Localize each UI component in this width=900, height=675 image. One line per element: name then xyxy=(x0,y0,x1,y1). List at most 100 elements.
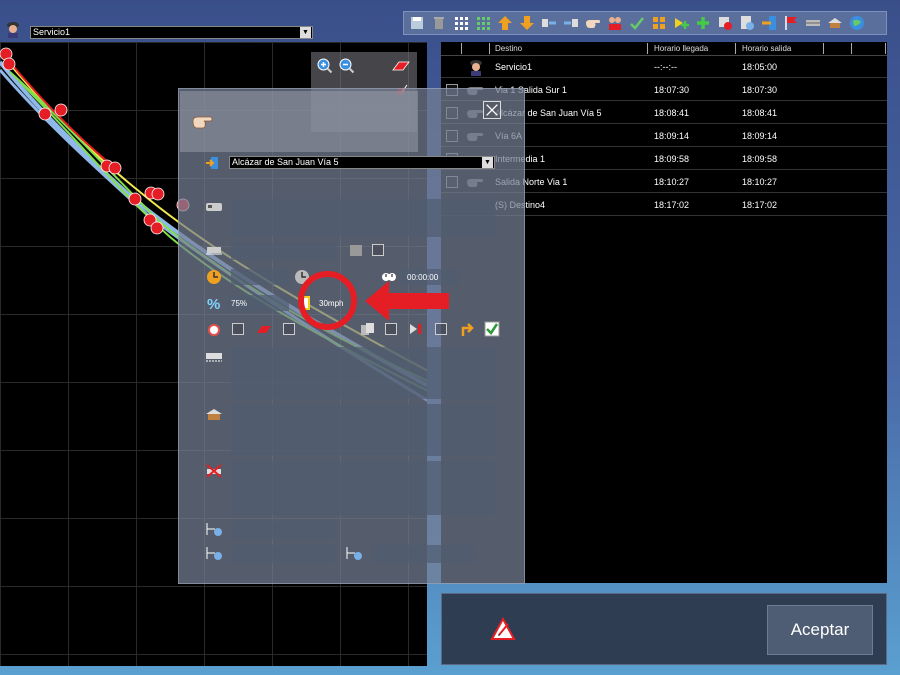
train-icon xyxy=(206,203,222,211)
cell-llegada: 18:09:14 xyxy=(654,131,690,141)
length-settings-icon xyxy=(206,523,222,536)
destination-edit-dialog: Alcázar de San Juan Vía 5 ▼ 00:00:00 % 7… xyxy=(178,88,525,584)
option-checkbox-4[interactable] xyxy=(435,323,447,335)
settings-page-icon xyxy=(741,16,754,30)
cell-salida: 18:07:30 xyxy=(742,85,778,95)
copy-pages-icon xyxy=(361,323,374,335)
add-green-icon xyxy=(675,18,689,29)
notes-field-2[interactable] xyxy=(231,404,495,456)
settings-page-button[interactable] xyxy=(737,13,757,33)
insert-before-button[interactable] xyxy=(539,13,559,33)
turn-arrow-icon xyxy=(461,323,474,336)
save-icon xyxy=(411,17,423,29)
chevron-down-icon: ▼ xyxy=(300,27,311,38)
cell-llegada: 18:08:41 xyxy=(654,108,690,118)
cell-salida: 18:08:41 xyxy=(742,108,778,118)
rail-button[interactable] xyxy=(803,13,823,33)
eraser-icon[interactable] xyxy=(391,58,411,74)
clock-arrival-icon xyxy=(207,270,221,284)
exit-button[interactable] xyxy=(759,13,779,33)
cell-salida: 18:09:14 xyxy=(742,131,778,141)
length-settings-icon-3 xyxy=(346,547,362,560)
zoom-out-icon[interactable] xyxy=(339,58,355,74)
station-button[interactable] xyxy=(825,13,845,33)
length-settings-icon-2 xyxy=(206,547,222,560)
option-checkbox-3[interactable] xyxy=(385,323,397,335)
length-field-1[interactable] xyxy=(231,521,335,539)
dialog-header xyxy=(180,91,418,152)
option-checkbox-1[interactable] xyxy=(232,323,244,335)
chevron-down-icon: ▼ xyxy=(482,157,493,168)
stamp-icon[interactable] xyxy=(347,242,365,258)
checked-checkbox-icon[interactable] xyxy=(483,321,501,337)
insert-after-button[interactable] xyxy=(561,13,581,33)
destination-enter-icon xyxy=(206,157,218,169)
service-select[interactable]: Servicio1 ▼ xyxy=(30,26,313,39)
rail-icon xyxy=(806,20,820,26)
add-yellow-green-button[interactable] xyxy=(693,13,713,33)
cell-llegada: 18:07:30 xyxy=(654,85,690,95)
pointer-arrow-icon xyxy=(365,281,449,321)
drivers-button[interactable] xyxy=(605,13,625,33)
flag-icon xyxy=(785,16,797,30)
move-down-button[interactable] xyxy=(517,13,537,33)
check-edit-icon xyxy=(630,17,644,30)
move-down-icon xyxy=(520,16,534,30)
platform-field[interactable] xyxy=(231,242,337,260)
alarm-clock-icon xyxy=(208,324,220,336)
flag-button[interactable] xyxy=(781,13,801,33)
table-row[interactable]: Servicio1 --:--:-- 18:05:00 xyxy=(441,56,887,78)
cell-salida: 18:09:58 xyxy=(742,154,778,164)
cell-llegada: 18:17:02 xyxy=(654,200,690,210)
grid-orange-icon xyxy=(653,17,665,29)
platform-icon xyxy=(206,247,222,255)
length-field-2[interactable] xyxy=(231,545,335,563)
notes-field-1[interactable] xyxy=(231,347,495,399)
pointer-hand-icon xyxy=(192,116,213,129)
cell-salida: 18:10:27 xyxy=(742,177,778,187)
add-yellow-green-icon xyxy=(697,17,709,29)
grid-green-button[interactable] xyxy=(473,13,493,33)
percent-icon: % xyxy=(207,296,221,313)
move-up-icon xyxy=(498,16,512,30)
driver-icon xyxy=(470,60,482,76)
grid-orange-button[interactable] xyxy=(649,13,669,33)
save-button[interactable] xyxy=(407,13,427,33)
destination-select-value: Alcázar de San Juan Vía 5 xyxy=(232,157,339,167)
percent-value: 75% xyxy=(231,299,248,308)
move-up-button[interactable] xyxy=(495,13,515,33)
service-select-value: Servicio1 xyxy=(33,27,71,37)
trash-button[interactable] xyxy=(429,13,449,33)
cell-llegada: --:--:-- xyxy=(654,62,677,72)
arrival-time-field[interactable] xyxy=(231,269,289,285)
table-header: Destino Horario llegada Horario salida xyxy=(441,42,887,56)
accept-button[interactable]: Aceptar xyxy=(767,605,873,655)
length-field-3[interactable] xyxy=(371,545,475,563)
cell-salida: 18:17:02 xyxy=(742,200,778,210)
platform-checkbox[interactable] xyxy=(372,244,384,256)
grid-icon xyxy=(455,17,468,30)
grid-green-icon xyxy=(477,17,490,30)
train-field[interactable] xyxy=(231,199,495,237)
eraser-small-icon xyxy=(257,326,271,333)
driver-icon xyxy=(7,22,19,38)
destination-select[interactable]: Alcázar de San Juan Vía 5 ▼ xyxy=(229,156,495,169)
globe-button[interactable] xyxy=(847,13,867,33)
column-header-llegada: Horario llegada xyxy=(654,44,709,53)
toolbar xyxy=(403,11,887,35)
zoom-in-icon[interactable] xyxy=(317,58,333,74)
exit-icon xyxy=(762,16,776,30)
cell-llegada: 18:09:58 xyxy=(654,154,690,164)
notes-field-3[interactable] xyxy=(231,461,495,515)
check-edit-button[interactable] xyxy=(627,13,647,33)
add-green-button[interactable] xyxy=(671,13,691,33)
option-checkbox-2[interactable] xyxy=(283,323,295,335)
station-icon xyxy=(828,18,842,28)
column-header-salida: Horario salida xyxy=(742,44,792,53)
pointer-hand-button[interactable] xyxy=(583,13,603,33)
delete-red-button[interactable] xyxy=(715,13,735,33)
close-icon[interactable] xyxy=(483,101,501,119)
column-header-destino: Destino xyxy=(495,44,523,53)
trash-icon xyxy=(434,17,444,29)
grid-button[interactable] xyxy=(451,13,471,33)
